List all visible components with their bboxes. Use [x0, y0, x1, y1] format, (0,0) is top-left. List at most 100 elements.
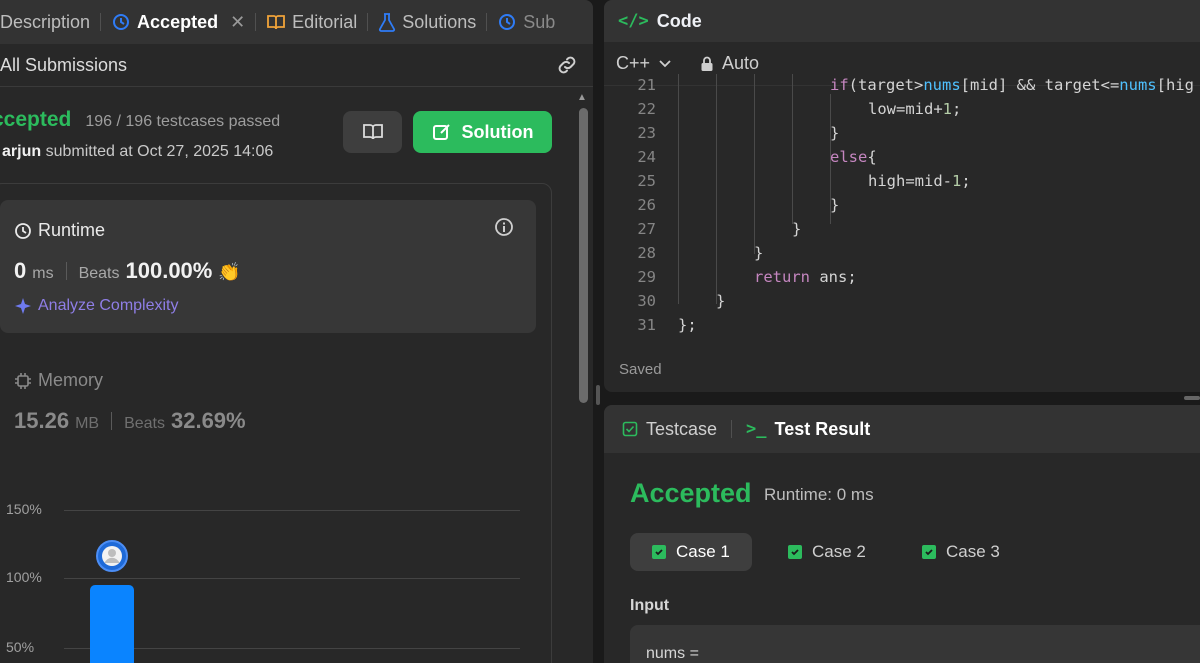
- tab-editorial[interactable]: Editorial: [256, 0, 367, 44]
- y-tick-label: 100%: [6, 569, 42, 585]
- code-text: return ans;: [754, 268, 857, 286]
- indent-guide: [830, 94, 831, 224]
- link-icon[interactable]: [555, 53, 579, 77]
- language-select[interactable]: C++: [616, 53, 672, 74]
- analyze-complexity-link[interactable]: Analyze Complexity: [14, 297, 179, 315]
- case-tab-1[interactable]: Case 1: [630, 533, 752, 571]
- input-label: Input: [630, 597, 670, 614]
- editorial-button[interactable]: [343, 111, 402, 153]
- panel-resize-handle[interactable]: [596, 385, 600, 405]
- grid-line: [64, 510, 520, 511]
- runtime-beats-value: 100.00%: [125, 258, 213, 283]
- info-icon[interactable]: [494, 217, 514, 237]
- code-title: Code: [656, 10, 702, 31]
- tab-solutions[interactable]: Solutions: [368, 0, 486, 44]
- panel-resize-handle[interactable]: [1184, 396, 1200, 400]
- terminal-icon: >_: [746, 419, 767, 439]
- code-editor[interactable]: 21 if(target>nums[mid] && target<=nums[hi…: [604, 74, 1200, 344]
- line-number: 27: [637, 220, 656, 238]
- sparkle-icon: [15, 298, 31, 314]
- username[interactable]: arjun: [2, 143, 41, 160]
- tab-description[interactable]: Description: [0, 0, 100, 44]
- code-line: 30}: [604, 292, 1200, 316]
- line-number: 30: [637, 292, 656, 310]
- tab-submissions[interactable]: Sub: [487, 0, 565, 44]
- line-number: 21: [637, 76, 656, 94]
- clock-icon: [15, 222, 31, 239]
- indent-guide: [678, 74, 679, 304]
- tab-solutions-label: Solutions: [402, 11, 477, 32]
- all-submissions-link[interactable]: All Submissions: [0, 55, 127, 76]
- lock-icon: [701, 56, 713, 71]
- book-icon: [267, 15, 286, 30]
- line-number: 25: [637, 172, 656, 190]
- close-icon[interactable]: ✕: [230, 12, 245, 33]
- tab-test-result[interactable]: >_ Test Result: [746, 419, 870, 440]
- check-icon: [788, 545, 802, 559]
- case-label: Case 2: [812, 542, 866, 561]
- submissions-header: All Submissions: [0, 44, 593, 87]
- tab-testcase[interactable]: Testcase: [622, 419, 717, 440]
- history-icon: [499, 14, 516, 30]
- analyze-label: Analyze Complexity: [38, 297, 179, 314]
- memory-title-label: Memory: [38, 370, 104, 390]
- code-line: 22 low=mid+1;: [604, 100, 1200, 124]
- memory-title[interactable]: Memory: [14, 370, 103, 391]
- testcases-passed: 196 / 196 testcases passed: [85, 113, 281, 130]
- case-label: Case 1: [676, 542, 730, 561]
- code-header: </> Code: [604, 0, 1200, 42]
- flask-icon: [379, 13, 396, 32]
- tab-editorial-label: Editorial: [292, 11, 358, 32]
- test-result-panel: Testcase >_ Test Result Accepted Runtime…: [604, 405, 1200, 663]
- divider: [111, 412, 113, 430]
- code-text: high=mid-1;: [868, 172, 971, 190]
- code-line: 27}: [604, 220, 1200, 244]
- submitted-info: arjun submitted at Oct 27, 2025 14:06: [2, 143, 273, 161]
- code-text: }: [830, 124, 840, 142]
- input-text: nums =: [646, 645, 699, 662]
- tab-accepted-label: Accepted: [137, 11, 219, 32]
- checkbox-icon: [622, 421, 638, 437]
- solution-button[interactable]: Solution: [413, 111, 552, 153]
- divider: [65, 262, 67, 280]
- solution-label: Solution: [461, 121, 534, 142]
- indent-guide: [754, 74, 755, 254]
- distribution-bar[interactable]: [90, 585, 134, 663]
- scroll-up-arrow[interactable]: ▲: [577, 92, 587, 103]
- scrollbar-thumb[interactable]: [579, 108, 588, 403]
- runtime-value: 0: [14, 258, 27, 283]
- memory-beats-value: 32.69%: [170, 408, 246, 433]
- code-line: 31};: [604, 316, 1200, 340]
- code-text: low=mid+1;: [868, 100, 962, 118]
- result-runtime: Runtime: 0 ms: [764, 485, 874, 504]
- code-icon: </>: [618, 11, 649, 31]
- code-text: }: [830, 196, 840, 214]
- case-tab-3[interactable]: Case 3: [900, 533, 1022, 571]
- mode-toggle[interactable]: Auto: [700, 53, 759, 74]
- tab-testcase-label: Testcase: [646, 418, 718, 439]
- submission-status-row: ccepted 196 / 196 testcases passed: [0, 108, 280, 132]
- line-number: 22: [637, 100, 656, 118]
- grid-line: [64, 578, 520, 579]
- case-tab-2[interactable]: Case 2: [766, 533, 888, 571]
- line-number: 24: [637, 148, 656, 166]
- tab-accepted[interactable]: Accepted ✕: [101, 0, 255, 44]
- code-text: }: [792, 220, 802, 238]
- memory-values: 15.26 MB Beats 32.69%: [14, 408, 246, 434]
- memory-beats-label: Beats: [124, 415, 165, 432]
- code-line: 24 else{: [604, 148, 1200, 172]
- indent-guide: [792, 74, 793, 224]
- app-root: Description Accepted ✕ Editorial Solutio…: [0, 0, 1200, 663]
- code-text: if(target>nums[mid] && target<=nums[hig: [830, 76, 1194, 94]
- submission-panel: Description Accepted ✕ Editorial Solutio…: [0, 0, 593, 663]
- result-status: Accepted: [630, 478, 752, 508]
- code-line: 21 if(target>nums[mid] && target<=nums[hi…: [604, 76, 1200, 100]
- indent-guide: [716, 74, 717, 304]
- submission-status: ccepted: [0, 108, 72, 131]
- mode-label: Auto: [722, 53, 760, 73]
- runtime-values: 0 ms Beats 100.00% 👏: [14, 258, 241, 284]
- y-tick-label: 150%: [6, 501, 42, 517]
- code-text: };: [678, 316, 697, 334]
- input-box: [630, 625, 1200, 663]
- saved-status: Saved: [619, 361, 662, 378]
